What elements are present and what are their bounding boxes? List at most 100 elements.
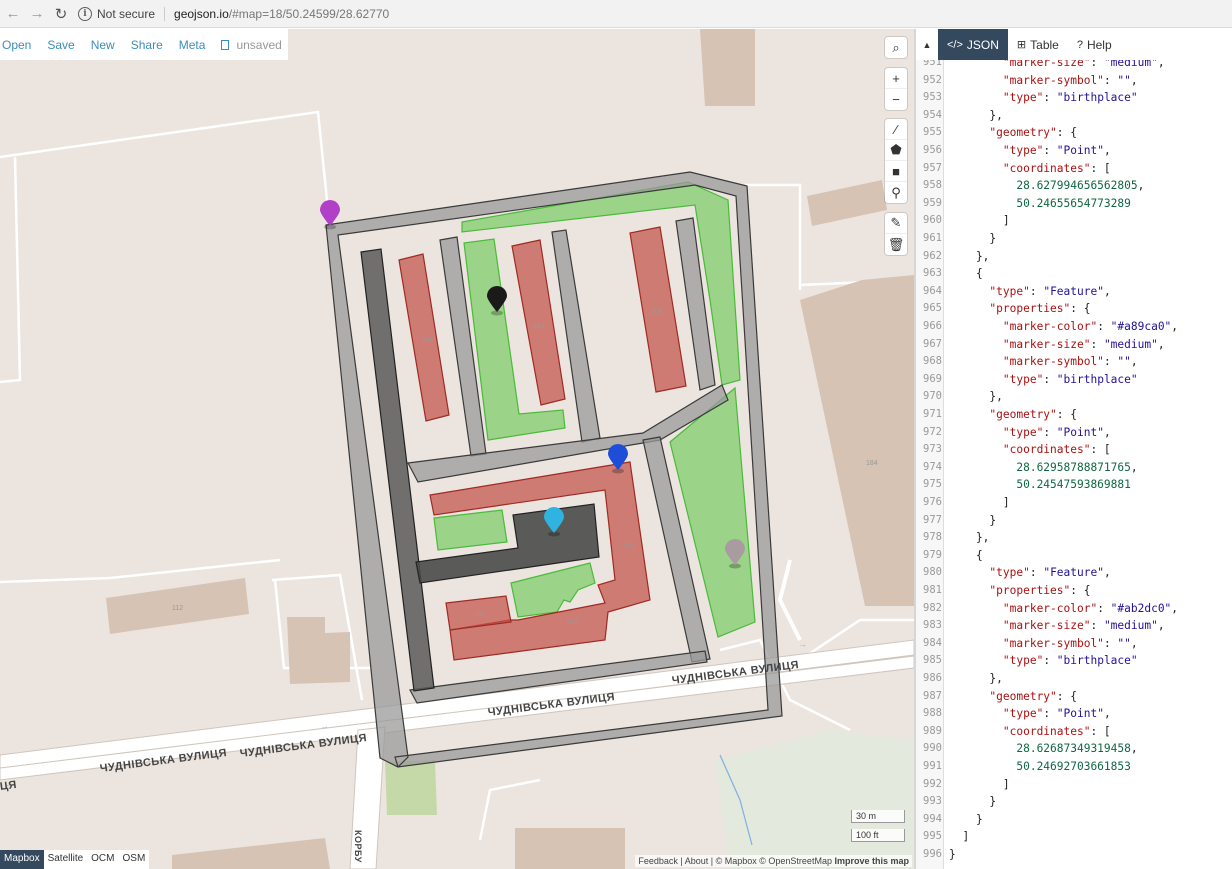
draw-marker-icon[interactable]: ⚲ — [885, 182, 907, 203]
code-line[interactable]: }, — [949, 390, 1002, 403]
map[interactable]: → ← ← ← ← → 112 184 106 110 106 102 102 … — [0, 29, 914, 869]
code-line[interactable]: "type": "Point", — [949, 144, 1111, 157]
zoom-in-button[interactable]: + — [885, 68, 907, 89]
code-line[interactable]: "marker-color": "#a89ca0", — [949, 320, 1178, 333]
pane-tabs: ▲ </> JSON ⊞ Table ? Help — [916, 29, 1232, 60]
reload-icon[interactable]: ↻ — [50, 3, 72, 25]
back-icon[interactable]: ← — [2, 3, 24, 25]
line-number: 971 — [923, 408, 942, 420]
code-line[interactable]: 50.24547593869881 — [949, 478, 1131, 491]
code-line[interactable]: "marker-size": "medium", — [949, 338, 1165, 351]
tab-json[interactable]: </> JSON — [938, 29, 1008, 60]
building-label: 102 — [473, 611, 485, 618]
code-line[interactable]: "type": "birthplace" — [949, 373, 1138, 386]
share-button[interactable]: Share — [131, 38, 163, 52]
line-number: 952 — [923, 73, 942, 86]
info-icon[interactable]: i — [78, 6, 92, 21]
line-number: 979 — [923, 548, 942, 561]
line-number: 955 — [923, 126, 942, 139]
code-line[interactable]: ] — [949, 778, 1010, 791]
code-line[interactable]: ] — [949, 496, 1010, 509]
forward-icon[interactable]: → — [26, 3, 48, 25]
code-line[interactable]: "marker-symbol": "", — [949, 355, 1138, 368]
search-control: ⌕ — [885, 37, 907, 58]
search-icon[interactable]: ⌕ — [885, 37, 907, 58]
code-line[interactable]: 28.62958788871765, — [949, 461, 1137, 474]
draw-line-icon[interactable]: ⁄ — [885, 119, 907, 140]
code-line[interactable]: }, — [949, 672, 1002, 685]
code-line[interactable]: "properties": { — [949, 302, 1090, 315]
json-editor[interactable]: 951 "marker-size": "medium", 952 "marker-… — [916, 60, 1232, 869]
line-number: 983 — [923, 619, 942, 632]
building-label: 106 — [651, 308, 663, 315]
line-number: 958 — [923, 179, 942, 192]
open-button[interactable]: Open — [2, 38, 31, 52]
layer-ocm[interactable]: OCM — [87, 850, 118, 869]
tab-help[interactable]: ? Help — [1068, 29, 1121, 60]
layer-satellite[interactable]: Satellite — [44, 850, 88, 869]
line-number: 959 — [923, 196, 942, 209]
code-line[interactable]: 28.62687349319458, — [949, 742, 1137, 755]
line-number: 981 — [923, 584, 942, 596]
code-line[interactable]: 28.627994656562805, — [949, 179, 1144, 192]
improve-map-link[interactable]: Improve this map — [834, 856, 909, 866]
address-bar[interactable]: i Not secure geojson.io/#map=18/50.24599… — [78, 3, 389, 25]
building-label: 106 — [422, 337, 434, 344]
code-line[interactable]: "marker-size": "medium", — [949, 619, 1165, 632]
code-line[interactable]: "type": "Feature", — [949, 566, 1110, 579]
code-line[interactable]: "coordinates": [ — [949, 725, 1111, 738]
layer-mapbox[interactable]: Mapbox — [0, 850, 44, 869]
code-line[interactable]: "marker-size": "medium", — [949, 60, 1165, 69]
collapse-toggle-icon[interactable]: ▲ — [916, 29, 938, 60]
code-line[interactable]: "type": "Point", — [949, 707, 1111, 720]
code-line[interactable]: { — [949, 549, 983, 562]
url-path: /#map=18/50.24599/28.62770 — [228, 6, 390, 21]
meta-button[interactable]: Meta — [179, 38, 206, 52]
code-line[interactable]: 50.24655654773289 — [949, 197, 1131, 210]
code-line[interactable]: "marker-symbol": "", — [949, 637, 1138, 650]
zoom-out-button[interactable]: − — [885, 89, 907, 110]
code-line[interactable]: "type": "Feature", — [949, 285, 1110, 298]
draw-polygon-icon[interactable]: ⬟ — [885, 140, 907, 161]
code-line[interactable]: } — [949, 813, 983, 826]
new-button[interactable]: New — [91, 38, 115, 52]
code-line[interactable]: "geometry": { — [949, 690, 1077, 703]
code-line[interactable]: "type": "birthplace" — [949, 654, 1138, 667]
save-button[interactable]: Save — [47, 38, 74, 52]
code-line[interactable]: } — [949, 795, 996, 808]
code-line[interactable]: "geometry": { — [949, 126, 1077, 139]
edit-icon[interactable]: ✎ — [885, 213, 907, 234]
code-line[interactable]: "properties": { — [949, 584, 1090, 597]
code-line[interactable]: "type": "birthplace" — [949, 91, 1138, 104]
help-icon: ? — [1076, 38, 1083, 51]
code-line[interactable]: 50.24692703661853 — [949, 760, 1131, 773]
delete-icon[interactable]: 🗑 — [885, 234, 907, 255]
code-line[interactable]: "marker-symbol": "", — [949, 74, 1138, 87]
code-line[interactable]: { — [949, 267, 983, 280]
layer-switcher: Mapbox Satellite OCM OSM — [0, 850, 150, 869]
code-line[interactable]: "coordinates": [ — [949, 162, 1111, 175]
building-label: 184 — [866, 460, 878, 467]
draw-rectangle-icon[interactable]: ■ — [885, 161, 907, 182]
layer-osm[interactable]: OSM — [119, 850, 150, 869]
code-line[interactable]: }, — [949, 109, 1002, 122]
map-canvas[interactable]: → ← ← ← ← → 112 184 106 110 106 102 102 … — [0, 29, 914, 869]
code-line[interactable]: } — [949, 232, 996, 245]
code-line[interactable]: "geometry": { — [949, 408, 1077, 421]
code-line[interactable]: } — [949, 848, 956, 861]
tab-table[interactable]: ⊞ Table — [1008, 29, 1068, 60]
line-number: 964 — [923, 284, 942, 297]
code-line[interactable]: }, — [949, 531, 989, 544]
code-line[interactable]: } — [949, 514, 996, 527]
code-line[interactable]: "marker-color": "#ab2dc0", — [949, 602, 1178, 615]
park — [385, 760, 437, 815]
address-separator — [164, 6, 166, 21]
code-line[interactable]: "coordinates": [ — [949, 443, 1111, 456]
code-line[interactable]: ] — [949, 830, 969, 843]
building-label: 102 — [566, 619, 578, 626]
attribution-text[interactable]: Feedback | About | © Mapbox © OpenStreet… — [638, 856, 832, 866]
line-number: 992 — [923, 777, 942, 790]
code-line[interactable]: ] — [949, 214, 1010, 227]
code-line[interactable]: }, — [949, 250, 989, 263]
code-line[interactable]: "type": "Point", — [949, 426, 1111, 439]
